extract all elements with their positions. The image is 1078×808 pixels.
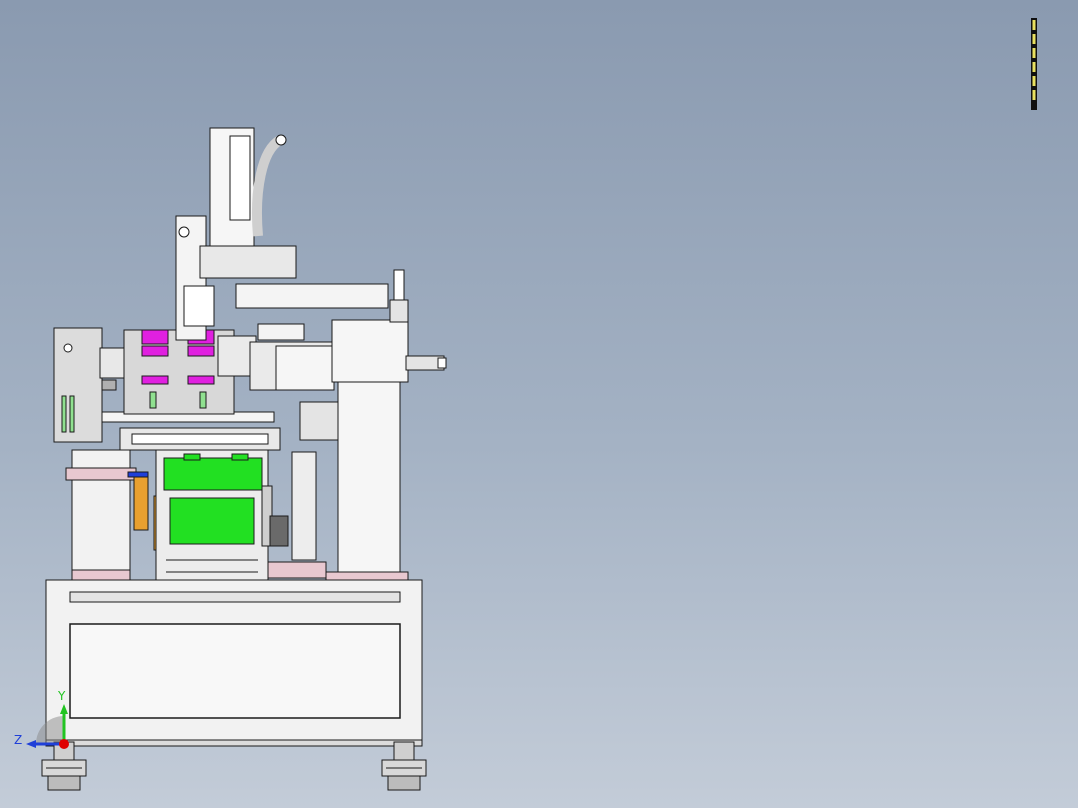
robot-cable xyxy=(251,135,283,237)
spring-element xyxy=(127,471,161,551)
cable-end-icon xyxy=(275,134,287,146)
vertical-robot-axis xyxy=(175,127,389,341)
left-fixture-plate xyxy=(53,327,135,443)
leveling-foot-left xyxy=(41,741,87,791)
base-cabinet xyxy=(45,579,423,747)
vertical-nozzle xyxy=(389,269,409,323)
horizontal-slide xyxy=(249,323,345,441)
axis-y-label: Y xyxy=(57,689,66,703)
drive-motor-assembly xyxy=(155,445,289,581)
left-support-column xyxy=(65,449,137,581)
cad-viewport[interactable]: Y Z xyxy=(0,0,1078,808)
side-fitting xyxy=(405,355,447,371)
gripper-cluster xyxy=(123,329,257,415)
scale-bar-icon xyxy=(1031,18,1037,110)
leveling-foot-right xyxy=(381,741,427,791)
machine-side-view-drawing[interactable]: Y Z xyxy=(0,0,1078,808)
middle-platform xyxy=(101,411,281,451)
axis-z-label: Z xyxy=(14,733,22,747)
coordinate-triad-icon: Y Z xyxy=(14,689,69,749)
